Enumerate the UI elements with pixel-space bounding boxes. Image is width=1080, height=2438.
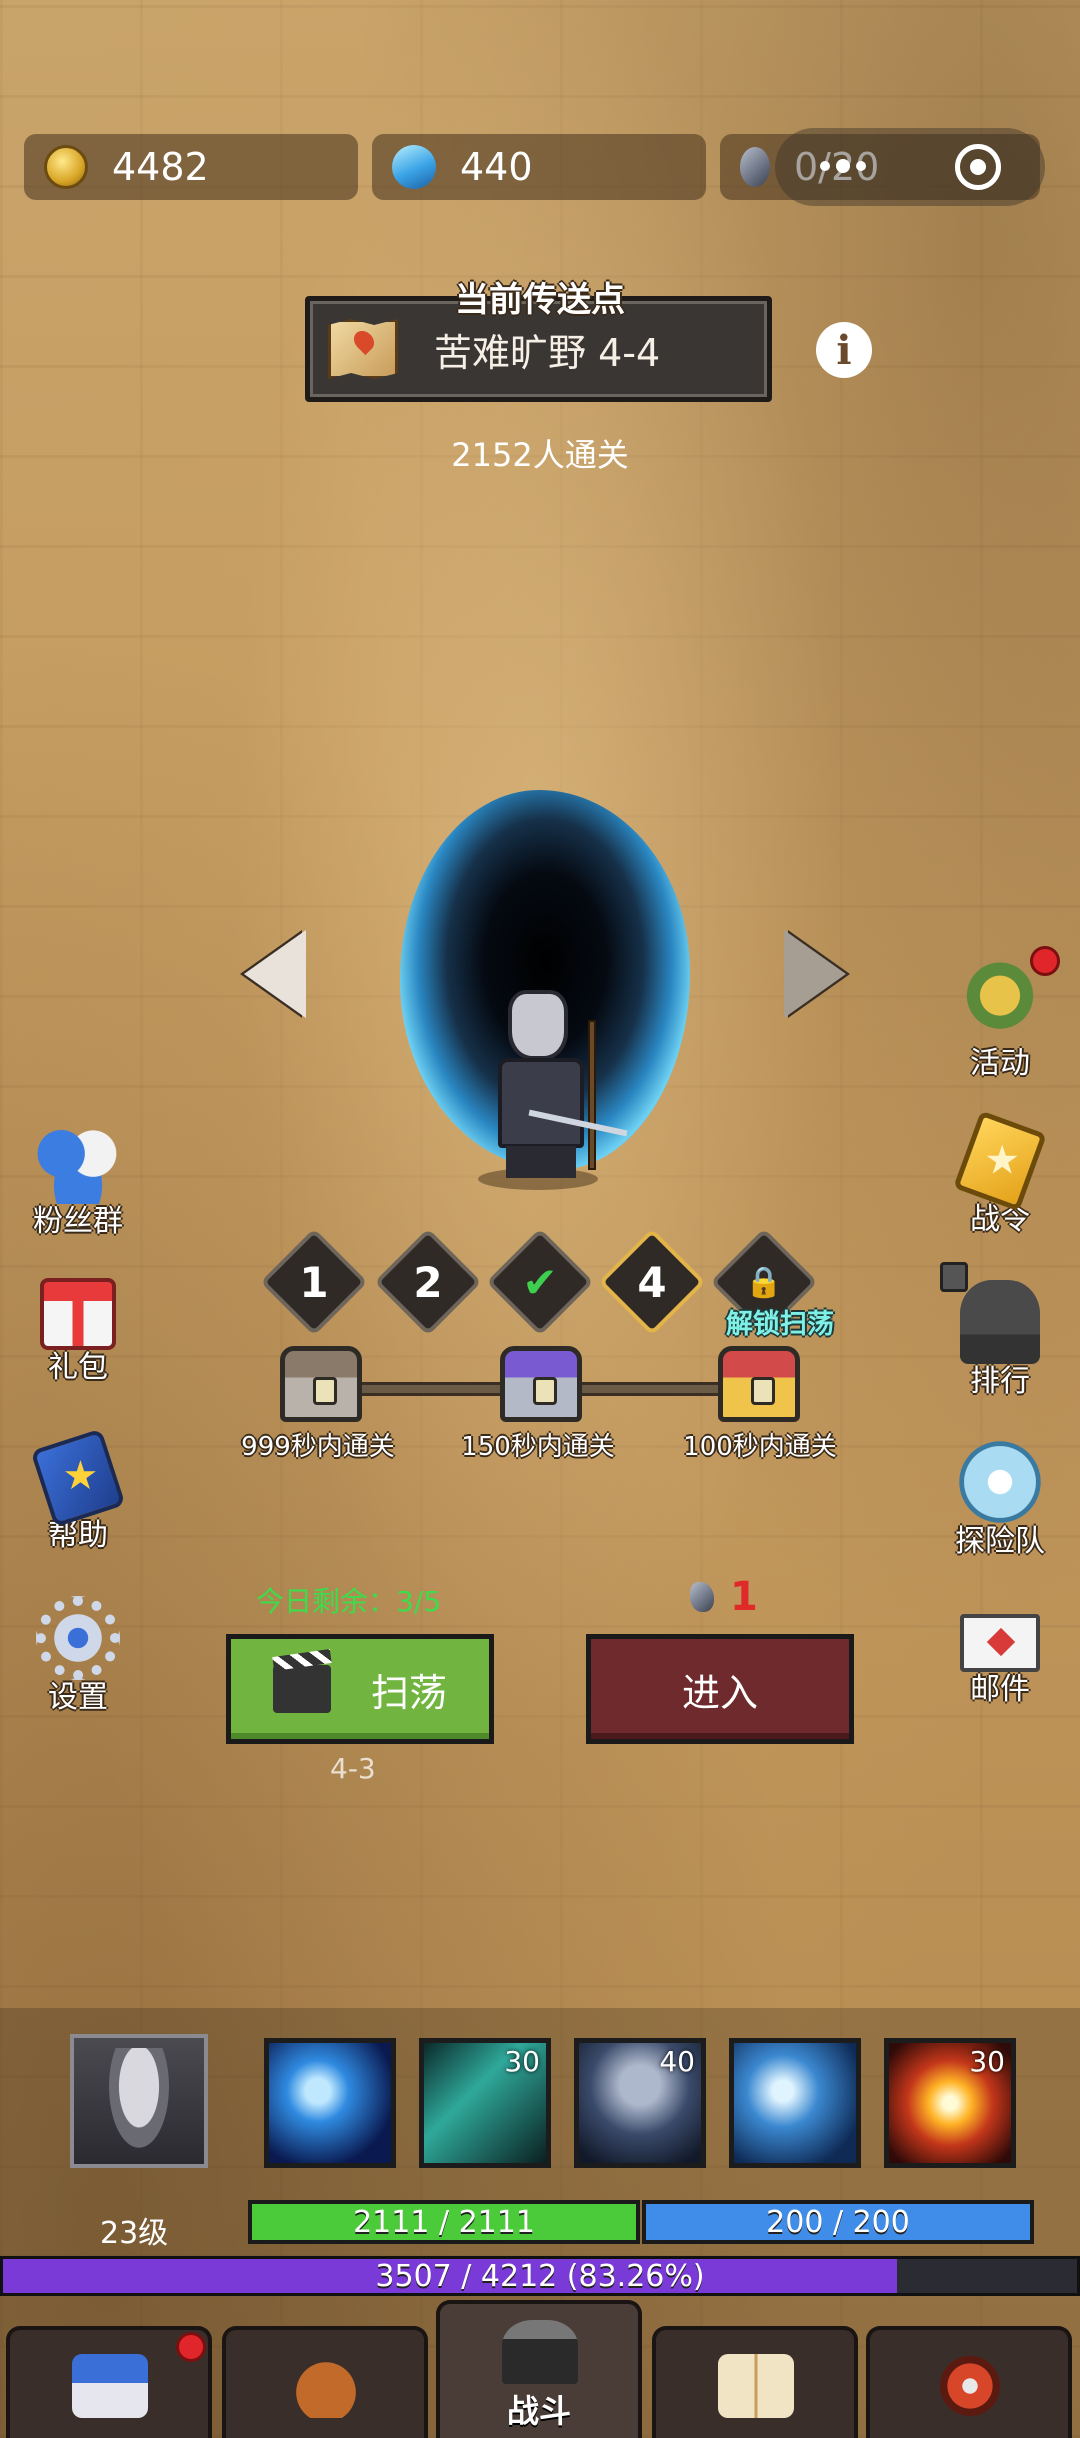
gift-icon — [40, 1278, 116, 1350]
gold-counter: 4482 — [24, 134, 358, 200]
chest-icon[interactable] — [280, 1346, 362, 1422]
skill-slot-2[interactable]: 30 — [419, 2038, 551, 2168]
help-button[interactable]: 帮助 — [18, 1428, 138, 1554]
activity-notification-badge — [1030, 946, 1060, 976]
rune-icon — [932, 2354, 1008, 2418]
hero-character — [488, 990, 628, 1190]
xp-text: 3507 / 4212 (83.26%) — [375, 2258, 705, 2294]
tab-bag[interactable] — [222, 2326, 428, 2438]
gold-value: 4482 — [112, 145, 209, 189]
gem-counter: 440 — [372, 134, 706, 200]
sweep-stage: 4-3 — [330, 1752, 376, 1785]
bag-icon — [288, 2354, 364, 2418]
chest-1-label: 999秒内通关 — [241, 1432, 395, 1462]
location-label: 当前传送点 — [455, 280, 625, 320]
helmet-icon — [958, 962, 1042, 1046]
chest-3-label: 100秒内通关 — [683, 1432, 837, 1462]
next-stage-arrow-icon[interactable] — [784, 930, 846, 1018]
gem-value: 440 — [460, 145, 533, 189]
cleared-count: 2152人通关 — [451, 436, 629, 474]
clapperboard-icon — [272, 1665, 331, 1713]
today-remaining: 今日剩余：3/5 — [256, 1585, 442, 1618]
trophy-icon — [960, 1280, 1040, 1364]
skill-slot-3[interactable]: 40 — [574, 2038, 706, 2168]
enter-label: 进入 — [681, 1670, 758, 1715]
skill-slot-5[interactable]: 30 — [884, 2038, 1016, 2168]
mail-button[interactable]: 邮件 — [940, 1600, 1060, 1708]
info-icon[interactable]: i — [816, 322, 872, 378]
xp-bar: 3507 / 4212 (83.26%) — [0, 2256, 1080, 2296]
gem-icon — [385, 138, 443, 196]
enter-cost: 1 — [690, 1574, 758, 1620]
target-icon[interactable] — [954, 144, 1001, 190]
clock-icon — [958, 1440, 1042, 1524]
enter-cost-value: 1 — [730, 1574, 758, 1620]
enter-button[interactable]: 进入 — [586, 1634, 854, 1744]
more-icon[interactable] — [819, 159, 866, 173]
skill-slot-1[interactable] — [264, 2038, 396, 2168]
fans-icon — [36, 1120, 120, 1204]
avatar[interactable] — [70, 2034, 208, 2168]
battle-pass-button[interactable]: 战令 — [940, 1110, 1060, 1238]
tab-shop-badge — [176, 2332, 206, 2362]
hp-bar: 2111 / 2111 — [248, 2200, 640, 2244]
sweep-button[interactable]: 扫荡 — [226, 1634, 494, 1744]
sweep-label: 扫荡 — [370, 1670, 447, 1715]
tab-battle[interactable]: 战斗 — [436, 2300, 642, 2438]
book-icon — [718, 2354, 794, 2418]
stone-icon — [740, 147, 770, 187]
ranking-button[interactable]: 排行 — [940, 1280, 1060, 1400]
player-level: 23级 — [100, 2216, 169, 2251]
unlock-sweep-label: 解锁扫荡 — [726, 1309, 834, 1340]
map-icon — [328, 319, 398, 379]
chest-icon[interactable] — [718, 1346, 800, 1422]
gift-button[interactable]: 礼包 — [18, 1270, 138, 1386]
prev-stage-arrow-icon[interactable] — [244, 930, 306, 1018]
mail-icon — [960, 1614, 1040, 1672]
activity-button[interactable]: 活动 — [940, 962, 1060, 1082]
check-icon: ✔ — [522, 1257, 558, 1307]
gear-icon — [36, 1596, 120, 1680]
stone-icon — [690, 1582, 714, 1612]
location-name: 苦难旷野 4-4 — [434, 330, 661, 375]
chest-2-label: 150秒内通关 — [461, 1432, 615, 1462]
tab-rune[interactable] — [866, 2326, 1072, 2438]
miniprogram-capsule — [775, 128, 1045, 206]
fans-group-button[interactable]: 粉丝群 — [18, 1120, 138, 1240]
castle-gate-icon — [502, 2320, 578, 2384]
coin-icon — [44, 145, 88, 189]
chest-icon[interactable] — [500, 1346, 582, 1422]
settings-button[interactable]: 设置 — [18, 1596, 138, 1716]
expedition-team-button[interactable]: 探险队 — [940, 1440, 1060, 1560]
mp-bar: 200 / 200 — [642, 2200, 1034, 2244]
skill-slot-4[interactable] — [729, 2038, 861, 2168]
lock-icon — [940, 1262, 968, 1292]
shop-icon — [72, 2354, 148, 2418]
tab-codex[interactable] — [652, 2326, 858, 2438]
